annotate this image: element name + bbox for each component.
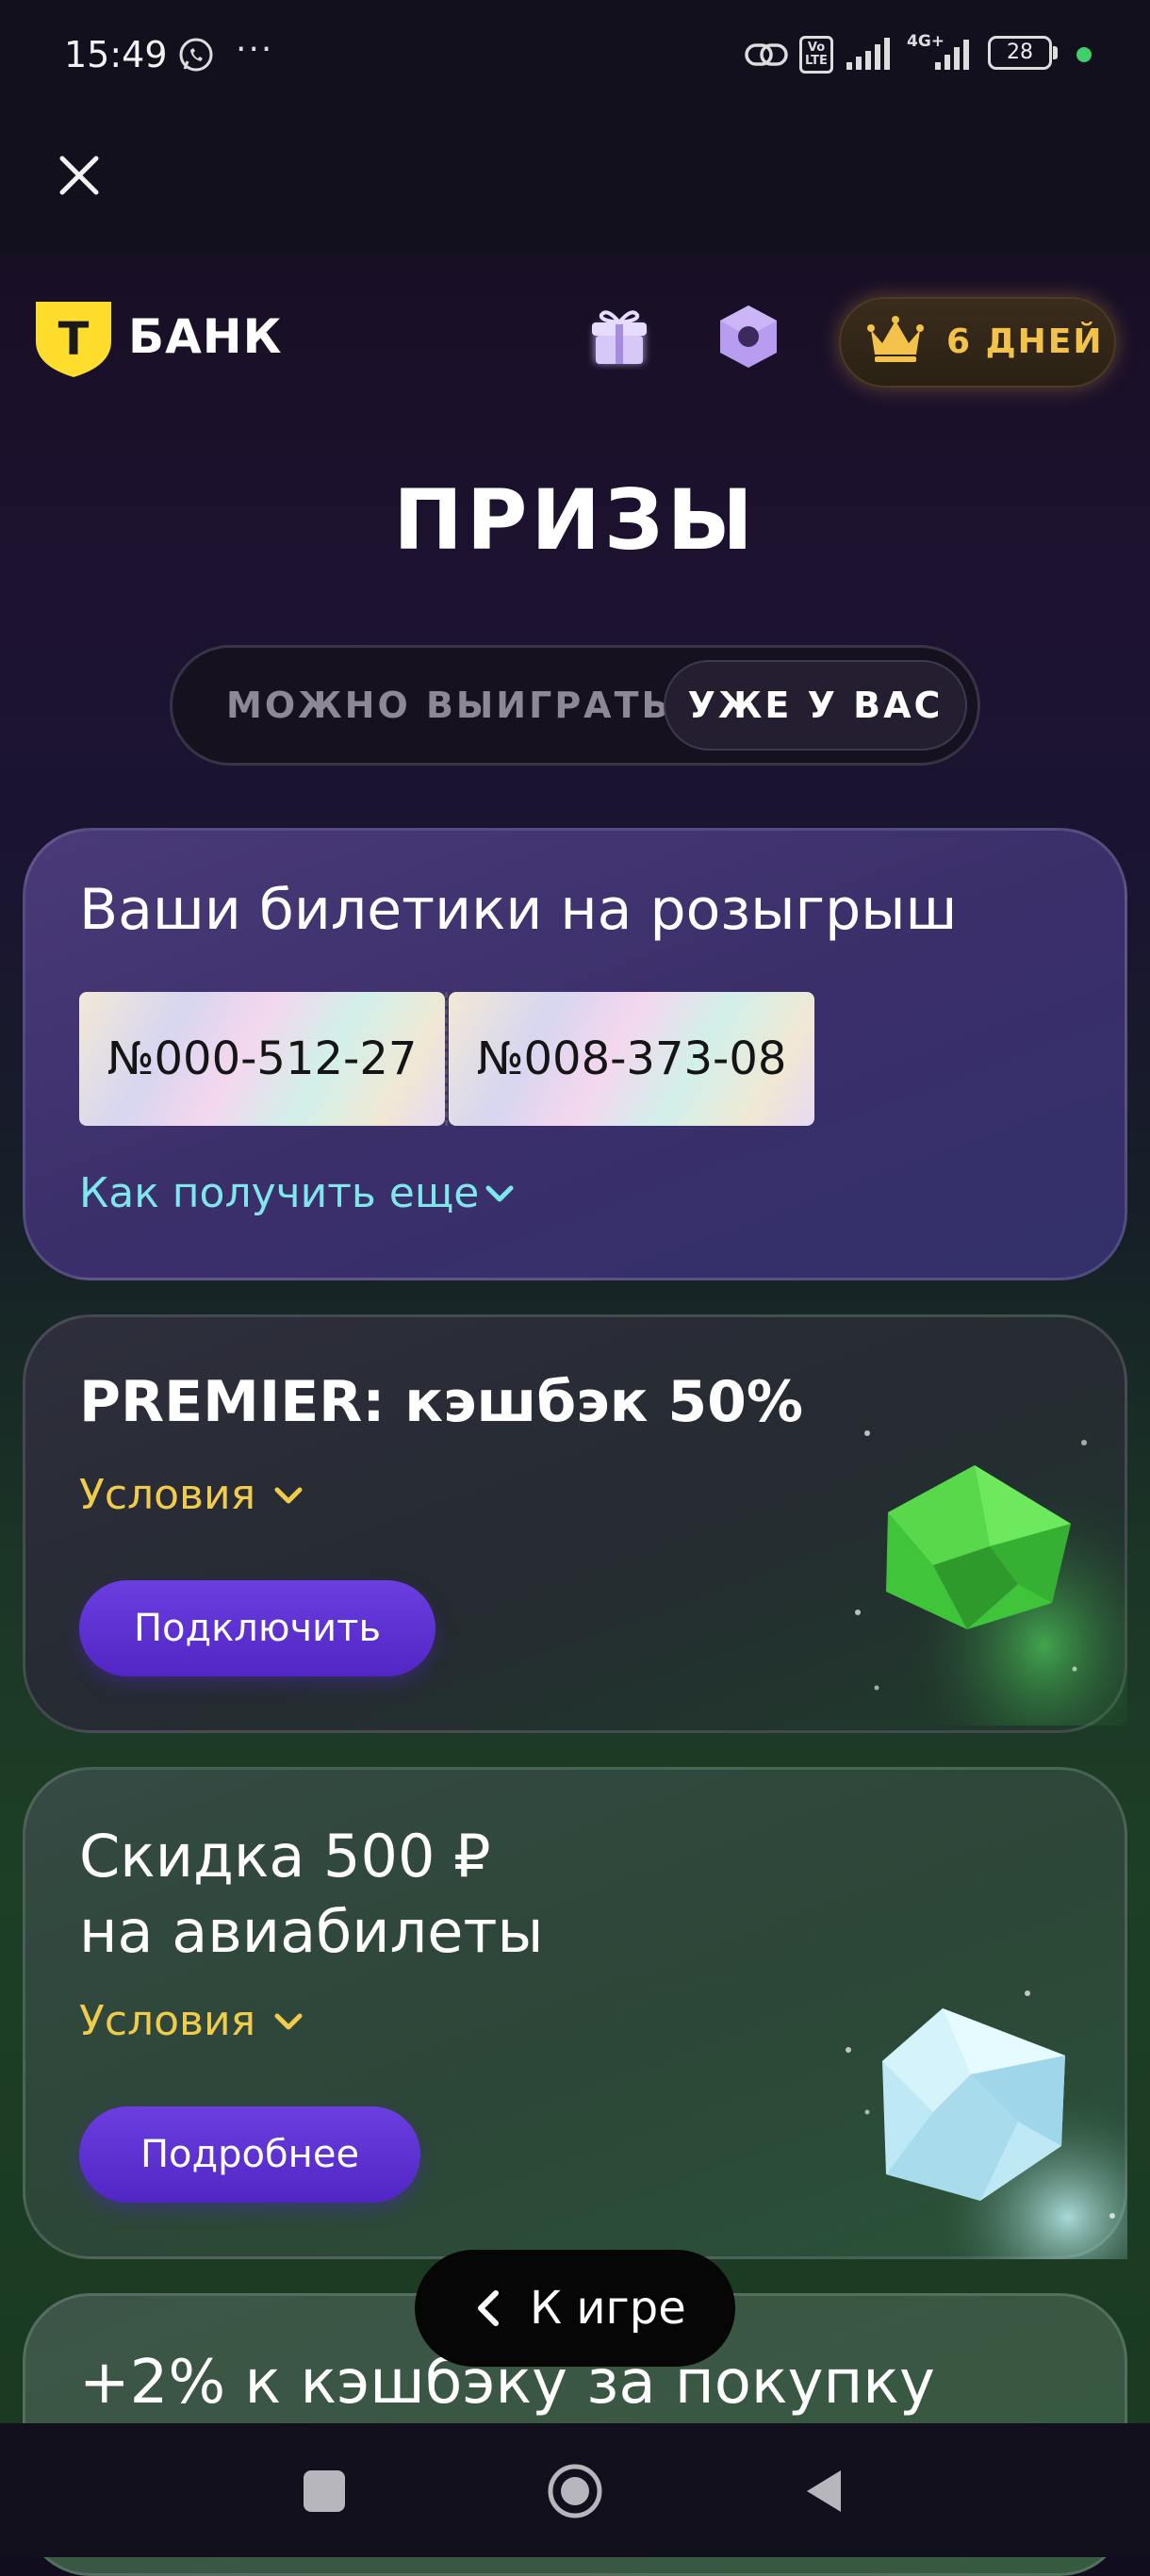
ticket-perforation — [445, 992, 452, 1126]
ticket: №008-373-08 — [449, 992, 814, 1126]
premier-conditions-link[interactable]: Условия — [79, 1471, 255, 1519]
battery-icon: 28 — [988, 36, 1052, 70]
more-icon: ··· — [236, 30, 274, 69]
logo-text: БАНК — [128, 309, 283, 364]
page-title: ПРИЗЫ — [393, 471, 757, 569]
signal-icon — [846, 38, 890, 70]
back-icon[interactable] — [803, 2467, 845, 2516]
how-to-get-more-link[interactable]: Как получить еще — [79, 1169, 479, 1217]
more-details-button[interactable]: Подробнее — [79, 2106, 420, 2203]
avia-card-title-line1: Скидка 500 ₽ — [79, 1822, 491, 1891]
status-bar — [0, 0, 1150, 113]
top-bar — [0, 113, 1150, 255]
green-gem-icon — [848, 1405, 1127, 1726]
link-icon — [745, 43, 788, 66]
volte-icon: Vo LTE — [799, 36, 833, 74]
avia-card-title-line2: на авиабилеты — [79, 1897, 544, 1966]
privacy-dot-icon — [1076, 47, 1092, 62]
svg-text:Т: Т — [58, 313, 90, 366]
status-time: 15:49 — [64, 34, 168, 75]
close-icon[interactable] — [55, 151, 104, 200]
ticket: №000-512-27 — [79, 992, 445, 1126]
chevron-left-icon[interactable] — [471, 2287, 503, 2329]
back-to-game-label[interactable]: К игре — [530, 2282, 686, 2335]
chevron-down-icon[interactable] — [271, 1484, 305, 1507]
avia-conditions-link[interactable]: Условия — [79, 1997, 255, 2045]
hexagon-icon[interactable] — [715, 302, 782, 372]
crown-icon — [867, 316, 924, 362]
blue-gem-icon — [830, 1980, 1127, 2259]
chevron-down-icon[interactable] — [271, 2010, 305, 2033]
connect-button[interactable]: Подключить — [79, 1580, 435, 1676]
recents-icon[interactable] — [304, 2470, 345, 2512]
tickets-card-title: Ваши билетики на розыгрыш — [79, 877, 958, 943]
premier-card-title: PREMIER: кэшбэк 50% — [79, 1369, 803, 1435]
tab-can-win[interactable]: МОЖНО ВЫИГРАТЬ — [226, 685, 671, 726]
battery-tip — [1053, 46, 1058, 59]
chevron-down-icon[interactable] — [483, 1182, 517, 1205]
home-icon[interactable] — [547, 2463, 603, 2519]
gift-icon[interactable] — [586, 304, 652, 370]
days-label: 6 ДНЕЙ — [946, 322, 1104, 361]
tab-already-have-label[interactable]: УЖЕ У ВАС — [664, 685, 967, 726]
tbank-logo-icon: Т — [36, 302, 111, 377]
whatsapp-icon — [179, 38, 213, 72]
signal-icon-2 — [935, 40, 969, 70]
